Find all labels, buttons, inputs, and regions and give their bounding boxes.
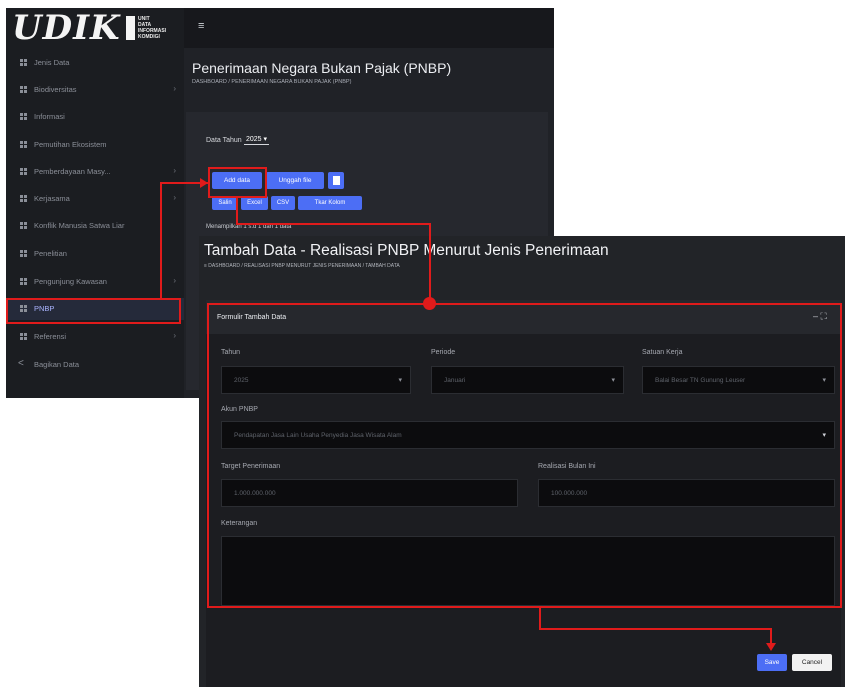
connector-line (539, 628, 772, 630)
grid-icon (20, 168, 27, 175)
form-highlight (207, 303, 842, 608)
year-label: Data Tahun (206, 137, 242, 144)
arrow-right-icon (200, 178, 208, 188)
grid-icon (20, 278, 27, 285)
chevron-right-icon: › (173, 193, 176, 202)
connector-line (429, 223, 431, 303)
chevron-right-icon: › (173, 166, 176, 175)
year-select[interactable]: 2025 ▾ (244, 134, 270, 145)
sidebar-item-pemutihan[interactable]: Pemutihan Ekosistem (6, 134, 184, 156)
arrow-down-icon (766, 643, 776, 651)
chevron-right-icon: › (173, 84, 176, 93)
connector-line (539, 608, 541, 630)
menu-toggle-icon[interactable]: ≡ (198, 20, 204, 32)
grid-icon (20, 59, 27, 66)
logo-text: UDIK (12, 8, 121, 48)
sidebar-item-pengunjung[interactable]: Pengunjung Kawasan › (6, 271, 184, 293)
connector-line (236, 223, 431, 225)
sidebar-item-informasi[interactable]: Informasi (6, 106, 184, 128)
sidebar-item-jenis-data[interactable]: Jenis Data (6, 52, 184, 74)
chevron-right-icon: › (173, 276, 176, 285)
sidebar-item-konflik[interactable]: Konflik Manusia Satwa Liar (6, 215, 184, 237)
cancel-button[interactable]: Cancel (792, 654, 832, 671)
topbar (184, 8, 554, 48)
copy-button[interactable]: Salin (212, 196, 238, 210)
sidebar-item-penelitian[interactable]: Penelitian (6, 243, 184, 265)
add-data-highlight (208, 167, 267, 198)
sidebar-item-bagikan-data[interactable]: < Bagikan Data (6, 354, 184, 376)
upload-file-button[interactable]: Unggah file (266, 172, 324, 189)
save-button[interactable]: Save (757, 654, 787, 671)
sidebar-item-pemberdayaan[interactable]: Pemberdayaan Masy... › (6, 161, 184, 183)
sidebar-item-kerjasama[interactable]: Kerjasama › (6, 188, 184, 210)
grid-icon (20, 333, 27, 340)
csv-button[interactable]: CSV (271, 196, 295, 210)
connector-line (160, 182, 162, 300)
grid-icon (20, 141, 27, 148)
grid-icon (20, 250, 27, 257)
connector-dot-icon (423, 297, 436, 310)
excel-button[interactable]: Excel (241, 196, 268, 210)
logo-mark (126, 16, 135, 40)
column-visibility-button[interactable]: Tkar Kolom (298, 196, 362, 210)
form-page-title: Tambah Data - Realisasi PNBP Menurut Jen… (204, 242, 609, 259)
form-breadcrumb: ≡ DASHBOARD / REALISASI PNBP MENURUT JEN… (204, 263, 400, 269)
logo-subtext: UNIT DATA INFORMASI KOMDIGI (138, 16, 167, 40)
grid-icon (20, 86, 27, 93)
page-title: Penerimaan Negara Bukan Pajak (PNBP) (192, 60, 452, 76)
udik-logo: UDIK UNIT DATA INFORMASI KOMDIGI (12, 8, 182, 48)
sidebar-item-referensi[interactable]: Referensi › (6, 326, 184, 348)
chevron-right-icon: › (173, 331, 176, 340)
connector-line (236, 198, 238, 225)
sidebar-item-biodiversitas[interactable]: Biodiversitas › (6, 79, 184, 101)
grid-icon (20, 195, 27, 202)
breadcrumb: DASHBOARD / PENERIMAAN NEGARA BUKAN PAJA… (192, 79, 352, 85)
grid-icon (20, 113, 27, 120)
pnbp-highlight (6, 298, 181, 324)
document-icon[interactable] (328, 172, 344, 189)
grid-icon (20, 222, 27, 229)
share-icon: < (18, 358, 24, 369)
